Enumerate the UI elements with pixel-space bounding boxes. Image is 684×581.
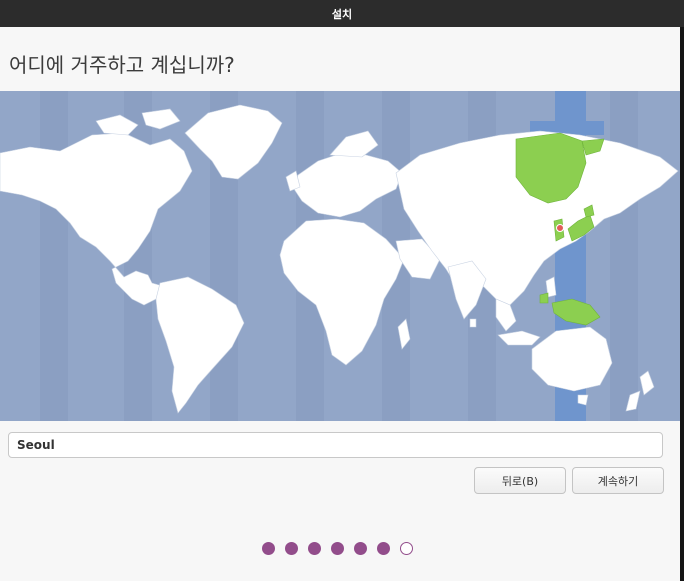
back-button[interactable]: 뒤로(B) [474,467,566,494]
window-titlebar: 설치 [0,0,684,27]
window-title: 설치 [331,7,353,21]
progress-dot-5 [354,542,367,555]
location-input[interactable] [8,432,663,458]
progress-dot-2 [285,542,298,555]
continue-button[interactable]: 계속하기 [572,467,664,494]
world-map-graphic [0,91,679,421]
progress-dot-6 [377,542,390,555]
progress-dot-4 [331,542,344,555]
installer-page: 어디에 거주하고 계십니까? Seoul 뒤로(B) 계속하기 [0,27,680,581]
location-marker-icon [556,224,564,232]
window-border [680,27,684,581]
progress-dot-1 [262,542,275,555]
progress-dot-7 [400,542,413,555]
page-title: 어디에 거주하고 계십니까? [9,53,235,77]
progress-dot-3 [308,542,321,555]
progress-dots [262,542,413,555]
timezone-map[interactable] [0,91,680,421]
